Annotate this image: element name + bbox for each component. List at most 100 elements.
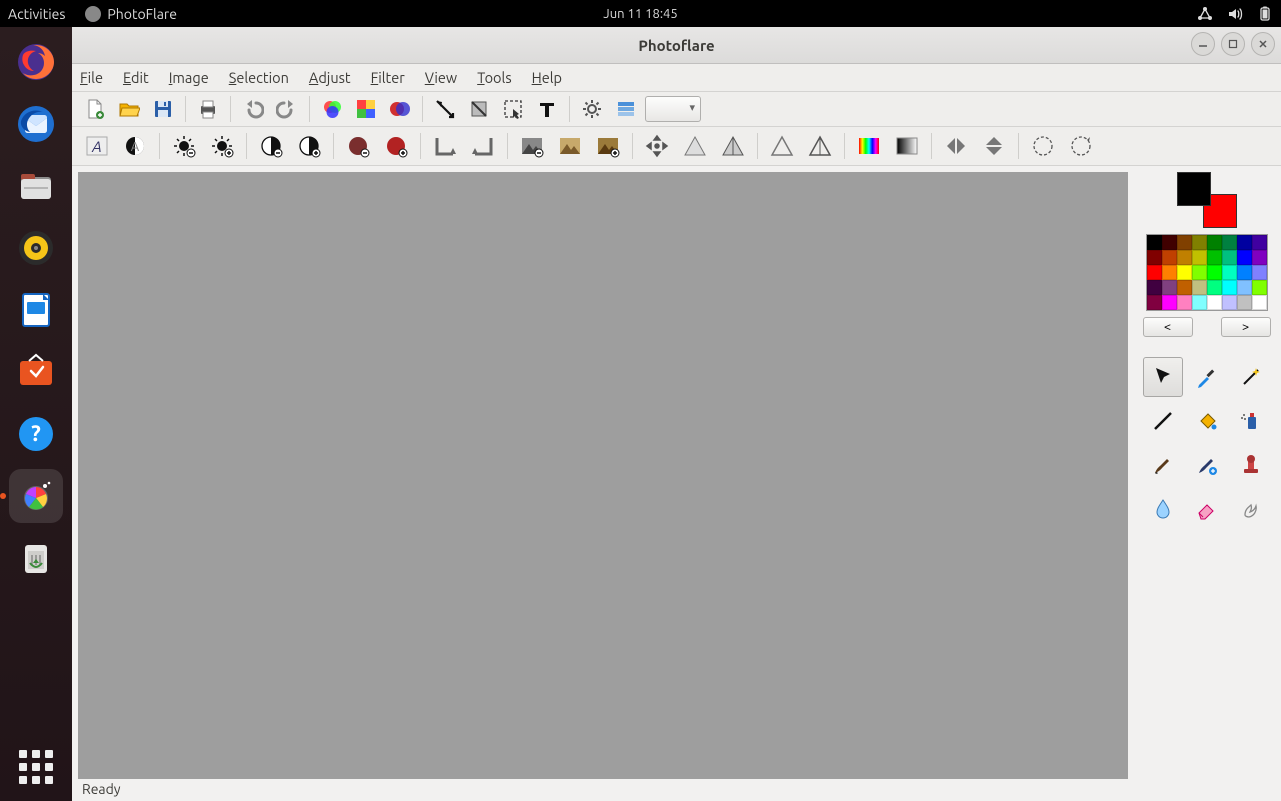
menu-file[interactable]: File bbox=[80, 69, 103, 86]
picker-tool[interactable] bbox=[1187, 357, 1227, 397]
rotate-left-button[interactable] bbox=[428, 129, 462, 163]
foreground-color-swatch[interactable] bbox=[1177, 172, 1211, 206]
palette-swatch[interactable] bbox=[1207, 280, 1222, 295]
palette-swatch[interactable] bbox=[1237, 280, 1252, 295]
rgb-button[interactable] bbox=[317, 94, 347, 124]
window-maximize-button[interactable] bbox=[1221, 32, 1245, 56]
palette-swatch[interactable] bbox=[1162, 250, 1177, 265]
menu-selection[interactable]: Selection bbox=[229, 69, 289, 86]
palette-swatch[interactable] bbox=[1147, 295, 1162, 310]
settings-button[interactable] bbox=[577, 94, 607, 124]
palette-swatch[interactable] bbox=[1162, 235, 1177, 250]
dock-software[interactable] bbox=[9, 345, 63, 399]
dock-photoflare[interactable] bbox=[9, 469, 63, 523]
redo-button[interactable] bbox=[272, 94, 302, 124]
palette-swatch[interactable] bbox=[1207, 235, 1222, 250]
sat-minus-button[interactable] bbox=[341, 129, 375, 163]
menu-image[interactable]: Image bbox=[169, 69, 209, 86]
dock-files[interactable] bbox=[9, 159, 63, 213]
gamma-button[interactable] bbox=[553, 129, 587, 163]
palette-swatch[interactable] bbox=[1162, 265, 1177, 280]
palette-swatch[interactable] bbox=[1192, 295, 1207, 310]
crop-button[interactable] bbox=[464, 94, 494, 124]
italic-a-button[interactable]: A bbox=[80, 129, 114, 163]
line-tool[interactable] bbox=[1143, 401, 1183, 441]
color-adjust-button[interactable] bbox=[385, 94, 415, 124]
pointer-tool[interactable] bbox=[1143, 357, 1183, 397]
layers-button[interactable] bbox=[611, 94, 641, 124]
warn3-button[interactable] bbox=[765, 129, 799, 163]
rotate-right-button[interactable] bbox=[466, 129, 500, 163]
palette-swatch[interactable] bbox=[1192, 265, 1207, 280]
palette-swatch[interactable] bbox=[1147, 265, 1162, 280]
stamp-tool[interactable] bbox=[1231, 445, 1271, 485]
save-button[interactable] bbox=[148, 94, 178, 124]
sat-plus-button[interactable] bbox=[379, 129, 413, 163]
palette-swatch[interactable] bbox=[1222, 295, 1237, 310]
palette-swatch[interactable] bbox=[1252, 295, 1267, 310]
palette-swatch[interactable] bbox=[1237, 265, 1252, 280]
palette-swatch[interactable] bbox=[1192, 280, 1207, 295]
palette-swatch[interactable] bbox=[1237, 295, 1252, 310]
palette-swatch[interactable] bbox=[1207, 295, 1222, 310]
warn2-button[interactable] bbox=[716, 129, 750, 163]
gamma-minus-button[interactable] bbox=[515, 129, 549, 163]
palette-swatch[interactable] bbox=[1177, 295, 1192, 310]
advbrush-tool[interactable] bbox=[1187, 445, 1227, 485]
palette-swatch[interactable] bbox=[1192, 250, 1207, 265]
palette-swatch[interactable] bbox=[1177, 250, 1192, 265]
network-icon[interactable] bbox=[1197, 6, 1213, 22]
topbar-clock[interactable]: Jun 11 18:45 bbox=[603, 7, 677, 21]
palette-swatch[interactable] bbox=[1237, 250, 1252, 265]
zoom-combo[interactable] bbox=[645, 96, 701, 122]
menu-edit[interactable]: Edit bbox=[123, 69, 149, 86]
move-button[interactable] bbox=[640, 129, 674, 163]
palette-swatch[interactable] bbox=[1147, 235, 1162, 250]
warn4-button[interactable] bbox=[803, 129, 837, 163]
palette-swatch[interactable] bbox=[1222, 235, 1237, 250]
gradient-button[interactable] bbox=[890, 129, 924, 163]
palette-swatch[interactable] bbox=[1222, 250, 1237, 265]
palette-swatch[interactable] bbox=[1147, 280, 1162, 295]
wand-tool[interactable] bbox=[1231, 357, 1271, 397]
palette-prev-button[interactable]: < bbox=[1143, 317, 1193, 337]
palette-swatch[interactable] bbox=[1207, 250, 1222, 265]
blur-tool[interactable] bbox=[1143, 489, 1183, 529]
fill-tool[interactable] bbox=[1187, 401, 1227, 441]
palette-swatch[interactable] bbox=[1162, 295, 1177, 310]
warn1-button[interactable] bbox=[678, 129, 712, 163]
sel-circle-arrow-button[interactable] bbox=[1064, 129, 1098, 163]
dock-trash[interactable] bbox=[9, 531, 63, 585]
brightness-plus-button[interactable] bbox=[205, 129, 239, 163]
palette-swatch[interactable] bbox=[1252, 280, 1267, 295]
palette-swatch[interactable] bbox=[1222, 265, 1237, 280]
spray-tool[interactable] bbox=[1231, 401, 1271, 441]
palette-swatch[interactable] bbox=[1252, 250, 1267, 265]
menu-view[interactable]: View bbox=[425, 69, 457, 86]
dock-help[interactable]: ? bbox=[9, 407, 63, 461]
battery-icon[interactable] bbox=[1257, 6, 1273, 22]
new-button[interactable] bbox=[80, 94, 110, 124]
canvas-area[interactable] bbox=[78, 172, 1128, 779]
palette-swatch[interactable] bbox=[1222, 280, 1237, 295]
flip-h-button[interactable] bbox=[939, 129, 973, 163]
contrast-minus-button[interactable] bbox=[254, 129, 288, 163]
brush-tool[interactable] bbox=[1143, 445, 1183, 485]
window-close-button[interactable] bbox=[1251, 32, 1275, 56]
palette-swatch[interactable] bbox=[1162, 280, 1177, 295]
flip-v-button[interactable] bbox=[977, 129, 1011, 163]
topbar-app-indicator[interactable]: PhotoFlare bbox=[85, 6, 177, 22]
palette-swatch[interactable] bbox=[1252, 265, 1267, 280]
print-button[interactable] bbox=[193, 94, 223, 124]
hue-button[interactable] bbox=[852, 129, 886, 163]
contrast-plus-button[interactable] bbox=[292, 129, 326, 163]
volume-icon[interactable] bbox=[1227, 6, 1243, 22]
swap-rgb-button[interactable] bbox=[351, 94, 381, 124]
dock-show-apps[interactable] bbox=[16, 747, 56, 787]
menu-tools[interactable]: Tools bbox=[477, 69, 511, 86]
menu-filter[interactable]: Filter bbox=[371, 69, 405, 86]
dock-firefox[interactable] bbox=[9, 35, 63, 89]
palette-swatch[interactable] bbox=[1207, 265, 1222, 280]
gamma-plus-button[interactable] bbox=[591, 129, 625, 163]
menu-adjust[interactable]: Adjust bbox=[309, 69, 351, 86]
